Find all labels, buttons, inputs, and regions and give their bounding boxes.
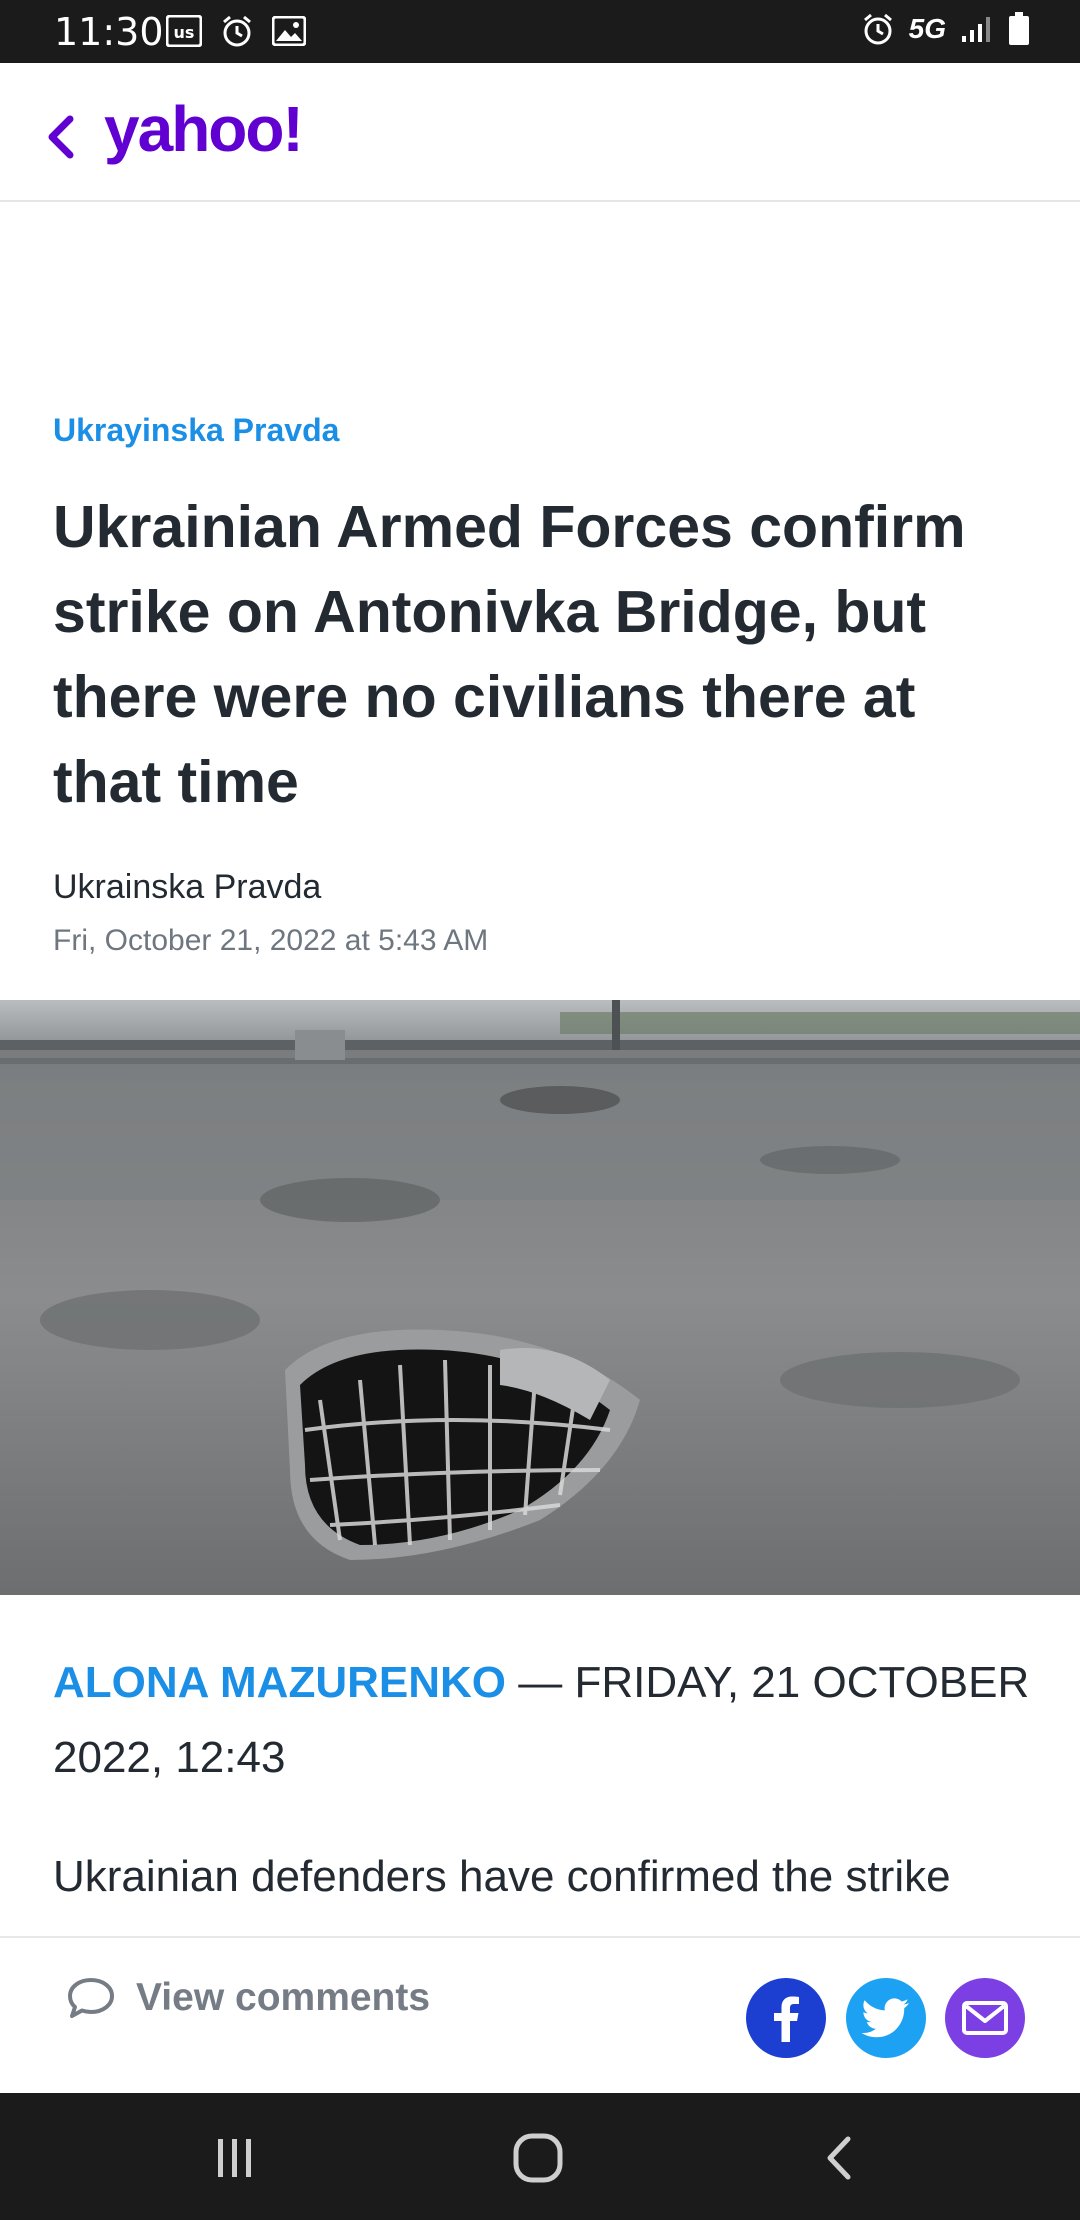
article-footer-bar: View comments: [0, 1936, 1080, 2095]
view-comments-label: View comments: [136, 1976, 431, 2019]
nav-back-button[interactable]: [806, 2123, 876, 2193]
twitter-icon: [862, 1998, 909, 2038]
gallery-icon: [272, 16, 306, 46]
article-headline: Ukrainian Armed Forces confirm strike on…: [53, 494, 966, 815]
back-button[interactable]: [36, 107, 86, 167]
chevron-left-icon: [48, 115, 74, 159]
article-hero-image[interactable]: [0, 1000, 1080, 1595]
body-line: Ukrainian defenders have confirmed the s…: [53, 1852, 951, 1901]
facebook-icon: [774, 1996, 799, 2042]
email-share-button[interactable]: [945, 1978, 1025, 2058]
view-comments-button[interactable]: View comments: [66, 1976, 430, 2020]
home-icon: [513, 2133, 563, 2183]
system-nav-bar: [0, 2093, 1080, 2220]
recent-apps-button[interactable]: [200, 2123, 270, 2193]
status-bar: 11:30 us 5G: [0, 0, 1080, 63]
svg-text:yahoo!: yahoo!: [104, 93, 302, 165]
facebook-share-button[interactable]: [746, 1978, 826, 2058]
us-badge-icon: us: [166, 15, 202, 47]
article-byline: ALONA MAZURENKO — FRIDAY, 21 OCTOBER 202…: [53, 1645, 1038, 1795]
alarm-icon: [863, 13, 892, 45]
svg-text:us: us: [174, 23, 195, 42]
status-right-icons: 5G: [861, 12, 1030, 46]
status-time: 11:30: [54, 10, 164, 54]
signal-icon: [962, 17, 990, 42]
yahoo-logo[interactable]: yahoo!: [104, 91, 344, 173]
back-icon: [827, 2136, 851, 2180]
twitter-share-button[interactable]: [846, 1978, 926, 2058]
home-button[interactable]: [503, 2123, 573, 2193]
network-type: 5G: [908, 13, 946, 44]
mail-icon: [962, 2001, 1008, 2035]
article-author: Ukrainska Pravda: [53, 868, 322, 906]
source-link[interactable]: Ukrayinska Pravda: [53, 412, 339, 449]
status-left-icons: us: [166, 14, 306, 48]
article-date: Fri, October 21, 2022 at 5:43 AM: [53, 924, 489, 957]
app-header: yahoo!: [0, 63, 1080, 202]
battery-icon: [1009, 12, 1029, 45]
recent-apps-icon: [218, 2139, 251, 2177]
comment-icon: [68, 1978, 114, 2018]
alarm-icon: [223, 15, 251, 47]
byline-author-link[interactable]: ALONA MAZURENKO: [53, 1658, 506, 1707]
